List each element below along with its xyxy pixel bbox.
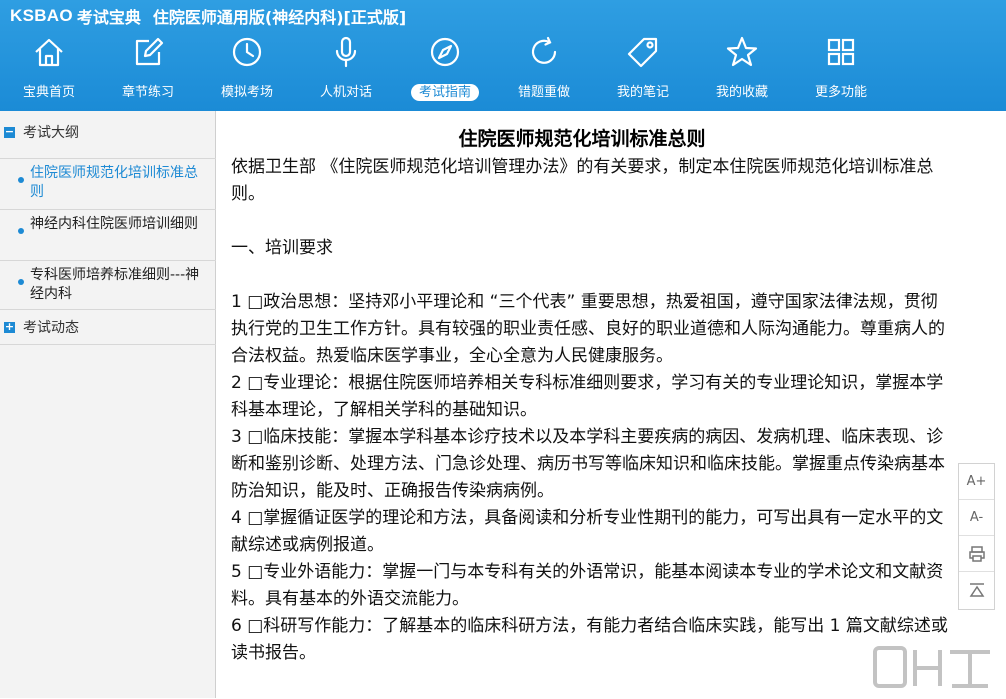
tag-icon (626, 35, 660, 69)
nav-wrong-redo[interactable]: 错题重做 (495, 30, 593, 108)
nav-chapter-practice-label: 章节练习 (121, 85, 174, 100)
sidebar-item-label: 神经内科住院医师培训细则 (30, 216, 198, 232)
nav-more-features[interactable]: 更多功能 (792, 30, 890, 108)
paragraph: 6 □科研写作能力：了解基本的临床科研方法，有能力者结合临床实践，能写出 1 篇… (231, 616, 948, 663)
nav-my-notes-label: 我的笔记 (616, 85, 669, 100)
print-button[interactable] (959, 536, 994, 572)
section-exam-news-label: 考试动态 (23, 320, 79, 336)
star-icon (725, 35, 759, 69)
nav-home[interactable]: 宝典首页 (0, 30, 98, 108)
compass-icon (428, 35, 462, 69)
clock-icon (230, 35, 264, 69)
nav-man-machine-dialogue-label: 人机对话 (319, 85, 372, 100)
app-title: 住院医师通用版(神经内科)[正式版] (152, 8, 407, 27)
main-nav: 宝典首页 章节练习 模拟考场 人机对话 考试指南 错题重做 我的笔记 我的收藏 … (0, 30, 900, 108)
paragraph: 2 □专业理论：根据住院医师培养相关专科标准细则要求，学习有关的专业理论知识，掌… (231, 373, 944, 420)
nav-more-features-label: 更多功能 (814, 85, 867, 100)
paragraph: 5 □专业外语能力：掌握一门与本专科有关的外语常识，能基本阅读本专业的学术论文和… (231, 562, 944, 609)
arrow-up-icon (969, 583, 984, 597)
sidebar-item-neurology-rules[interactable]: 神经内科住院医师培训细则 (0, 209, 216, 256)
print-icon (968, 546, 985, 562)
top-header: KSBAO 考试宝典 住院医师通用版(神经内科)[正式版] 宝典首页 章节练习 … (0, 0, 1006, 111)
microphone-icon (329, 35, 363, 69)
document-body: 依据卫生部 《住院医师规范化培训管理办法》的有关要求，制定本住院医师规范化培训标… (231, 154, 953, 667)
nav-man-machine-dialogue[interactable]: 人机对话 (297, 30, 395, 108)
section-exam-outline-label: 考试大纲 (23, 125, 79, 141)
scroll-top-button[interactable] (959, 572, 994, 608)
section-exam-news[interactable]: + 考试动态 (0, 309, 216, 345)
brand-subtitle: 考试宝典 (76, 8, 141, 27)
edit-icon (131, 35, 165, 69)
nav-my-favorites-label: 我的收藏 (715, 85, 768, 100)
section-heading: 一、培训要求 (231, 238, 333, 258)
font-increase-button[interactable]: A+ (959, 464, 994, 500)
sidebar-item-general-standards[interactable]: 住院医师规范化培训标准总则 (0, 158, 216, 205)
expand-icon[interactable]: + (4, 321, 15, 333)
bullet-dot (18, 177, 24, 183)
paragraph: 1 □政治思想：坚持邓小平理论和 “三个代表” 重要思想，热爱祖国，遵守国家法律… (231, 292, 945, 366)
section-exam-outline[interactable]: − 考试大纲 (0, 114, 216, 150)
refresh-icon (527, 35, 561, 69)
font-decrease-button[interactable]: A- (959, 500, 994, 536)
document-intro: 依据卫生部 《住院医师规范化培训管理办法》的有关要求，制定本住院医师规范化培训标… (231, 157, 934, 204)
sidebar: − 考试大纲 住院医师规范化培训标准总则 神经内科住院医师培训细则 专科医师培养… (0, 111, 216, 698)
nav-wrong-redo-label: 错题重做 (517, 85, 570, 100)
bullet-dot (18, 279, 24, 285)
title-bar: KSBAO 考试宝典 住院医师通用版(神经内科)[正式版] (10, 4, 406, 28)
collapse-icon[interactable]: − (4, 126, 15, 138)
grid-icon (824, 35, 858, 69)
sidebar-item-label: 住院医师规范化培训标准总则 (30, 165, 198, 200)
paragraph: 3 □临床技能：掌握本学科基本诊疗技术以及本学科主要疾病的病因、发病机理、临床表… (231, 427, 945, 501)
document-panel: 住院医师规范化培训标准总则 依据卫生部 《住院医师规范化培训管理办法》的有关要求… (217, 111, 1006, 698)
document-title: 住院医师规范化培训标准总则 (458, 128, 706, 150)
home-icon (32, 35, 66, 69)
nav-exam-guide-label: 考试指南 (410, 84, 479, 101)
bullet-dot (18, 228, 24, 234)
sidebar-item-label: 专科医师培养标准细则---神经内科 (30, 267, 200, 302)
watermark-logo (870, 640, 1000, 695)
nav-mock-exam[interactable]: 模拟考场 (198, 30, 296, 108)
nav-my-notes[interactable]: 我的笔记 (594, 30, 692, 108)
brand-logo: KSBAO (10, 6, 73, 25)
nav-home-label: 宝典首页 (22, 85, 75, 100)
paragraph: 4 □掌握循证医学的理论和方法，具备阅读和分析专业性期刊的能力，可写出具有一定水… (231, 508, 944, 555)
sidebar-item-specialist-standards[interactable]: 专科医师培养标准细则---神经内科 (0, 260, 216, 307)
nav-mock-exam-label: 模拟考场 (220, 85, 273, 100)
reader-toolbar: A+ A- (958, 463, 995, 610)
nav-chapter-practice[interactable]: 章节练习 (99, 30, 197, 108)
nav-my-favorites[interactable]: 我的收藏 (693, 30, 791, 108)
nav-exam-guide[interactable]: 考试指南 (396, 30, 494, 108)
